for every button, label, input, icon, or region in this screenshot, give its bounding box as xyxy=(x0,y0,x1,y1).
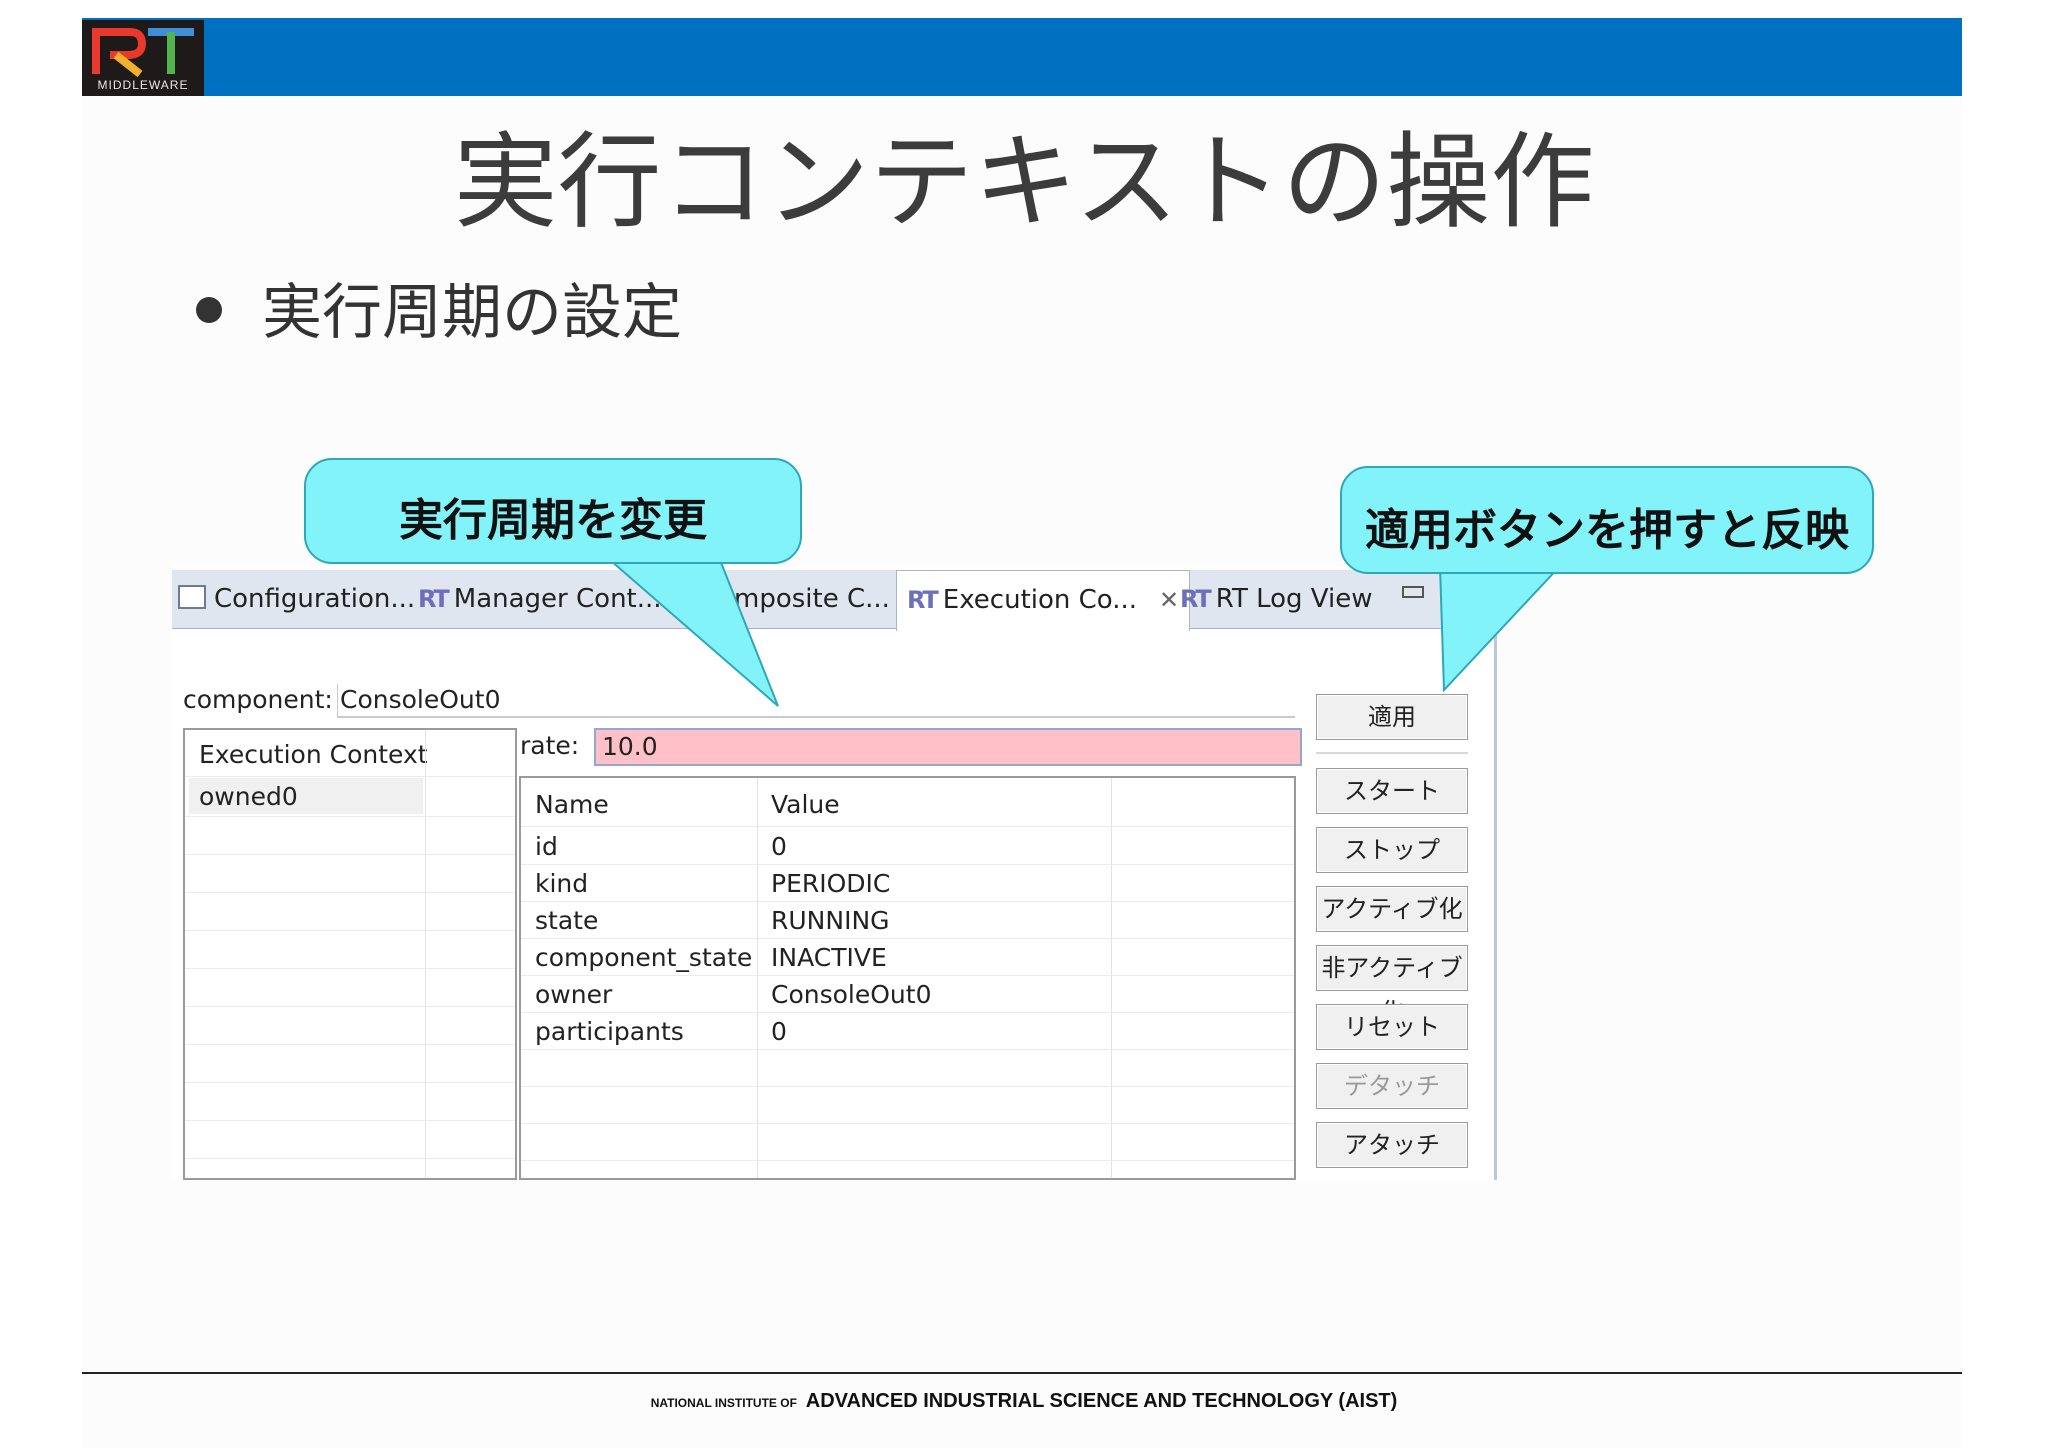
callout-join-patch xyxy=(612,556,718,562)
callout-text: 実行周期を変更 xyxy=(399,495,707,546)
callout-pointers xyxy=(607,559,1563,707)
callout-apply-hint: 適用ボタンを押すと反映 xyxy=(1340,466,1874,574)
footer-main: ADVANCED INDUSTRIAL SCIENCE AND TECHNOLO… xyxy=(805,1390,1398,1412)
callout-text: 適用ボタンを押すと反映 xyxy=(1365,505,1849,556)
callout-change-rate: 実行周期を変更 xyxy=(304,458,802,564)
callout-right-pointer xyxy=(1438,565,1563,693)
footer-prefix: NATIONAL INSTITUTE OF xyxy=(650,1396,797,1410)
footer-text: NATIONAL INSTITUTE OF ADVANCED INDUSTRIA… xyxy=(0,1390,2048,1413)
callout-left-pointer xyxy=(607,559,779,707)
callout-join-patch xyxy=(1442,564,1558,570)
footer-rule xyxy=(82,1372,1962,1374)
